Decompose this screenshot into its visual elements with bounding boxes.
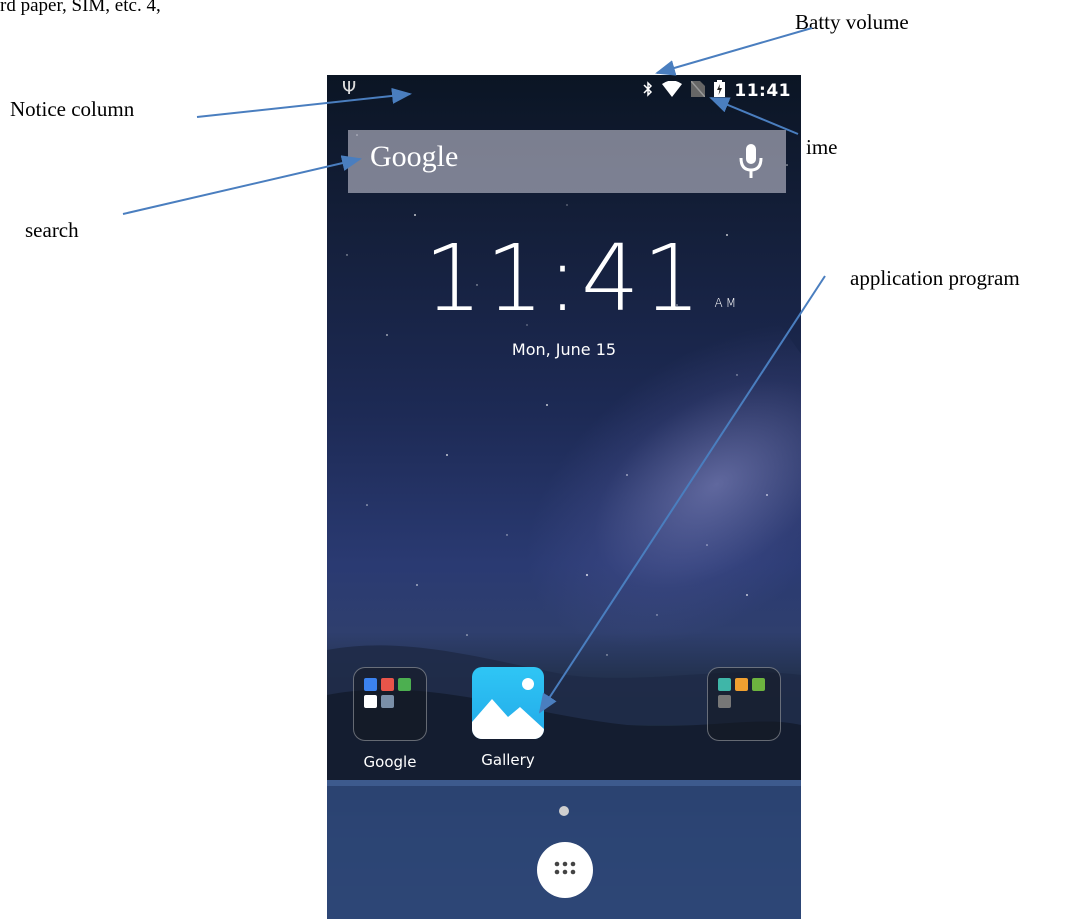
wifi-icon xyxy=(662,80,683,101)
search-bar-label: Google xyxy=(370,140,459,173)
arrow-batty-volume xyxy=(655,27,813,76)
clock-ampm: AM xyxy=(714,296,740,310)
arrow-search xyxy=(122,155,362,215)
status-bar: Ψ 11:41 xyxy=(327,75,801,107)
usb-icon: Ψ xyxy=(342,78,357,99)
mic-icon[interactable] xyxy=(738,142,764,185)
google-search-bar[interactable]: Google xyxy=(348,130,786,193)
bluetooth-icon xyxy=(643,80,653,101)
app-label-gallery: Gallery xyxy=(481,751,535,769)
page-indicator xyxy=(559,806,569,816)
annotation-time: ime xyxy=(806,135,838,159)
app-google-folder[interactable]: Google xyxy=(353,667,427,771)
google-folder-icon xyxy=(353,667,427,741)
annotation-application-program: application program xyxy=(850,266,1020,290)
battery-charging-icon xyxy=(714,80,726,101)
annotation-notice-column: Notice column xyxy=(10,97,135,121)
gallery-icon xyxy=(472,667,544,739)
app-drawer-icon xyxy=(553,860,577,881)
annotation-batty-volume: Batty volume xyxy=(795,10,909,34)
no-sim-icon xyxy=(690,80,706,101)
app-drawer-button[interactable] xyxy=(537,842,593,898)
cutoff-heading: rd paper, SIM, etc. 4, xyxy=(0,0,161,16)
phone-screen: Ψ 11:41 Google 11:41 AM Mon, June 15 Goo… xyxy=(327,75,801,919)
status-time: 11:41 xyxy=(734,80,791,101)
clock-date: Mon, June 15 xyxy=(511,340,617,359)
clock-time-value: 11:41 xyxy=(423,225,705,332)
play-folder-icon xyxy=(707,667,781,741)
clock-time: 11:41 AM xyxy=(423,225,736,332)
clock-widget[interactable]: 11:41 AM xyxy=(327,225,801,332)
app-label-google: Google xyxy=(363,753,417,771)
app-play-folder[interactable] xyxy=(707,667,781,753)
landscape xyxy=(327,645,801,919)
app-gallery[interactable]: Gallery xyxy=(472,667,544,769)
annotation-search: search xyxy=(25,218,79,242)
